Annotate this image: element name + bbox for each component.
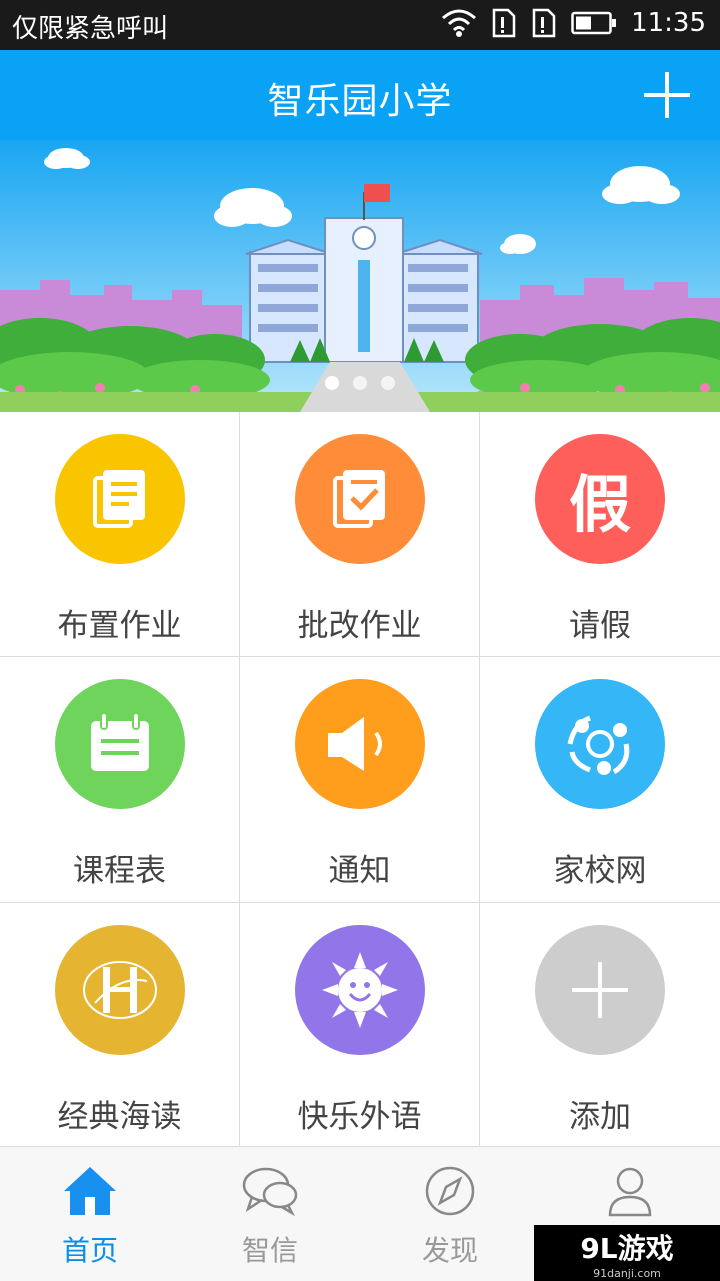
carousel-dot[interactable] — [381, 376, 395, 390]
grade-homework-label: 批改作业 — [297, 608, 422, 644]
reading-icon — [82, 961, 157, 1019]
school-illustration — [0, 140, 720, 412]
happy-language-label: 快乐外语 — [297, 1099, 422, 1135]
notice-label: 通知 — [328, 853, 391, 889]
home-school-circle — [535, 679, 665, 809]
clock: 11:35 — [631, 8, 706, 38]
notice-circle — [294, 679, 425, 809]
watermark-logo: 9L游戏 91danji.com — [534, 1225, 720, 1281]
app-bar: 智乐园小学 — [0, 50, 720, 140]
happy-language-button[interactable]: 快乐外语 — [240, 903, 479, 1148]
sim2-icon — [532, 8, 556, 38]
tab-home[interactable]: 首页 — [0, 1147, 180, 1281]
grade-homework-button[interactable]: 批改作业 — [240, 412, 479, 656]
page-title: 智乐园小学 — [267, 81, 453, 122]
happy-language-circle — [294, 925, 425, 1055]
add-feature-label: 添加 — [569, 1099, 631, 1135]
speaker-icon — [327, 717, 382, 771]
carousel-dot[interactable] — [353, 376, 367, 390]
schedule-button[interactable]: 课程表 — [0, 657, 239, 902]
home-school-network-button[interactable]: 家校网 — [480, 657, 720, 902]
home-icon — [64, 1167, 116, 1215]
classic-reading-button[interactable]: 经典海读 — [0, 903, 239, 1148]
feature-grid: 布置作业 批改作业 假 请假 课程表 通知 家校网 经典海读 快乐外语 添加 — [0, 412, 720, 1148]
notice-button[interactable]: 通知 — [240, 657, 479, 902]
assign-homework-label: 布置作业 — [57, 608, 182, 644]
carousel-dot[interactable] — [325, 376, 339, 390]
add-feature-button[interactable]: 添加 — [480, 903, 720, 1148]
schedule-icon — [90, 712, 149, 771]
wifi-icon — [442, 9, 477, 37]
tab-messages-label: 智信 — [241, 1234, 298, 1267]
assign-homework-button[interactable]: 布置作业 — [0, 412, 239, 656]
home-school-label: 家校网 — [553, 853, 647, 889]
add-feature-circle — [535, 925, 665, 1055]
watermark-text: 9L游戏 — [580, 1231, 674, 1265]
sim1-icon — [492, 8, 516, 38]
carousel-indicator — [0, 376, 720, 390]
leave-request-button[interactable]: 假 请假 — [480, 412, 720, 656]
compass-icon — [425, 1166, 475, 1216]
tab-discover-label: 发现 — [421, 1234, 478, 1267]
status-bar: 仅限紧急呼叫 11:35 — [0, 0, 720, 50]
people-network-icon — [567, 715, 630, 775]
banner-carousel[interactable] — [0, 140, 720, 412]
chat-icon — [242, 1167, 298, 1217]
person-icon — [608, 1167, 652, 1217]
schedule-label: 课程表 — [73, 853, 166, 889]
carrier-text: 仅限紧急呼叫 — [12, 14, 169, 44]
watermark-subtext: 91danji.com — [593, 1266, 661, 1280]
grade-homework-icon — [332, 470, 385, 528]
leave-circle: 假 — [535, 434, 665, 564]
tab-discover[interactable]: 发现 — [360, 1147, 540, 1281]
classic-reading-circle — [54, 925, 185, 1055]
battery-icon — [571, 11, 617, 35]
classic-reading-label: 经典海读 — [57, 1099, 182, 1135]
leave-label: 请假 — [569, 608, 631, 644]
grade-homework-circle — [294, 434, 425, 564]
sun-smile-icon — [321, 952, 398, 1028]
plus-icon — [572, 962, 628, 1018]
leave-icon: 假 — [568, 468, 631, 541]
bottom-tab-bar: 首页 智信 发现 9L游戏 91danji.com — [0, 1146, 720, 1281]
tab-messages[interactable]: 智信 — [180, 1147, 360, 1281]
assign-homework-circle — [54, 434, 185, 564]
assign-homework-icon — [92, 470, 145, 528]
plus-icon[interactable] — [642, 70, 692, 120]
tab-home-label: 首页 — [61, 1234, 118, 1267]
schedule-circle — [54, 679, 185, 809]
